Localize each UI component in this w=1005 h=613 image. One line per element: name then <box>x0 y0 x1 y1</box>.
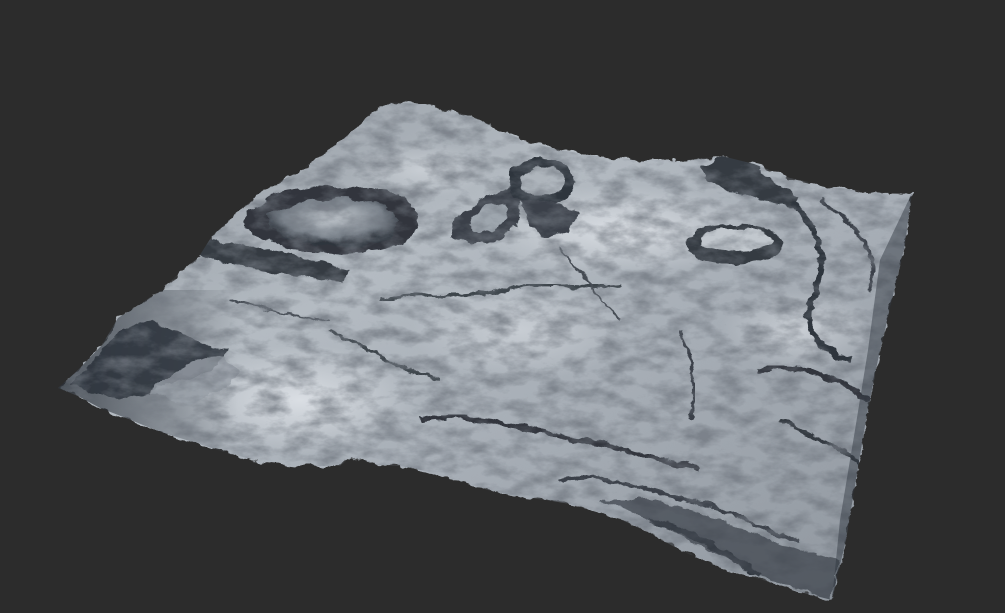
terrain-render <box>58 102 912 600</box>
surface-texture <box>58 102 912 600</box>
render-viewport <box>0 0 1005 613</box>
